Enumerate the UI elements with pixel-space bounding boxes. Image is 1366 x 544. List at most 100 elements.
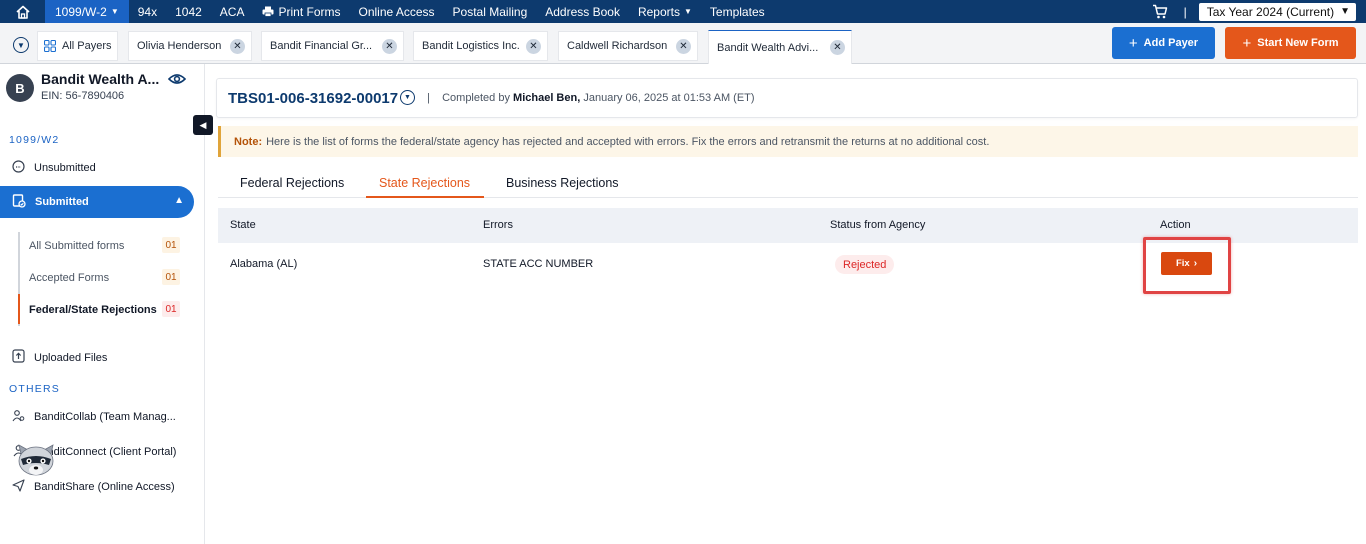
column-header-errors: Errors bbox=[483, 219, 513, 231]
tab-state-rejections[interactable]: State Rejections bbox=[379, 176, 470, 190]
nav-online-access-label: Online Access bbox=[358, 4, 435, 19]
column-header-action: Action bbox=[1160, 219, 1191, 231]
chevron-down-circle-icon[interactable]: ▼ bbox=[13, 37, 29, 53]
collapse-sidebar-icon[interactable]: ◀ bbox=[193, 115, 213, 135]
completed-date: January 06, 2025 at 01:53 AM (ET) bbox=[583, 92, 755, 104]
add-payer-button[interactable]: + Add Payer bbox=[1112, 27, 1215, 59]
nav-1099-w2[interactable]: 1099/W-2 ▼ bbox=[45, 0, 129, 23]
close-icon[interactable]: ✕ bbox=[676, 39, 691, 54]
tab-business-rejections[interactable]: Business Rejections bbox=[506, 176, 619, 190]
nav-postal-mailing-label: Postal Mailing bbox=[452, 4, 528, 19]
close-icon[interactable]: ✕ bbox=[382, 39, 397, 54]
note-label: Note: bbox=[234, 135, 263, 148]
sidebar-item-banditshare[interactable]: BanditShare (Online Access) bbox=[12, 479, 175, 495]
clock-icon bbox=[12, 160, 28, 176]
close-icon[interactable]: ✕ bbox=[230, 39, 245, 54]
chevron-down-icon: ▼ bbox=[1340, 6, 1350, 17]
grid-icon bbox=[44, 40, 56, 52]
tab-all-payers-label: All Payers bbox=[62, 40, 112, 52]
top-navigation: 1099/W-2 ▼ 94x 1042 ACA Print Forms Onlin… bbox=[0, 0, 1366, 23]
payer-ein: EIN: 56-7890406 bbox=[41, 90, 125, 102]
tab-payer[interactable]: Bandit Logistics Inc. ✕ bbox=[413, 31, 548, 61]
count-badge: 01 bbox=[162, 269, 180, 285]
team-icon bbox=[12, 409, 28, 425]
close-icon[interactable]: ✕ bbox=[830, 40, 845, 55]
info-note: Note: Here is the list of forms the fede… bbox=[218, 126, 1358, 157]
nav-postal-mailing[interactable]: Postal Mailing bbox=[444, 0, 537, 23]
nav-separator: | bbox=[1183, 4, 1187, 19]
payer-name: Bandit Wealth A... bbox=[41, 71, 160, 87]
sidebar-item-label: Submitted bbox=[35, 196, 89, 208]
chevron-down-circle-icon[interactable]: ▼ bbox=[400, 90, 415, 105]
nav-94x-label: 94x bbox=[137, 4, 158, 19]
nav-online-access[interactable]: Online Access bbox=[350, 0, 444, 23]
avatar: B bbox=[6, 74, 34, 102]
completed-prefix: Completed by bbox=[442, 92, 510, 104]
submitted-doc-icon bbox=[12, 193, 28, 211]
tab-payer-active[interactable]: Bandit Wealth Advi... ✕ bbox=[708, 30, 852, 64]
nav-1099-w2-label: 1099/W-2 bbox=[55, 4, 107, 19]
nav-1042[interactable]: 1042 bbox=[166, 0, 211, 23]
start-new-form-label: Start New Form bbox=[1257, 37, 1339, 49]
tab-federal-rejections[interactable]: Federal Rejections bbox=[240, 176, 344, 190]
nav-94x[interactable]: 94x bbox=[129, 0, 166, 23]
nav-templates[interactable]: Templates bbox=[701, 0, 774, 23]
sub-item-all-submitted[interactable]: All Submitted forms bbox=[29, 240, 124, 252]
nav-print-forms[interactable]: Print Forms bbox=[253, 0, 349, 23]
cart-icon[interactable] bbox=[1150, 2, 1170, 22]
raccoon-mascot-icon[interactable] bbox=[15, 444, 57, 478]
main-content: TBS01-006-31692-00017 ▼ | Completed by M… bbox=[205, 64, 1366, 544]
nav-aca[interactable]: ACA bbox=[211, 0, 254, 23]
sub-tree-line bbox=[18, 232, 20, 326]
eye-icon[interactable] bbox=[167, 72, 187, 90]
sidebar-item-label: Uploaded Files bbox=[34, 351, 108, 364]
send-icon bbox=[12, 479, 28, 495]
close-icon[interactable]: ✕ bbox=[526, 39, 541, 54]
count-badge: 01 bbox=[162, 301, 180, 317]
chevron-down-icon: ▼ bbox=[684, 7, 692, 16]
chevron-down-icon: ▼ bbox=[110, 7, 119, 16]
tab-payer-label: Bandit Wealth Advi... bbox=[717, 41, 819, 54]
sidebar-item-unsubmitted[interactable]: Unsubmitted bbox=[12, 160, 96, 176]
status-badge: Rejected bbox=[835, 255, 895, 274]
tab-payer[interactable]: Olivia Henderson ✕ bbox=[128, 31, 252, 61]
sidebar-item-uploaded-files[interactable]: Uploaded Files bbox=[12, 349, 107, 366]
tab-payer-label: Olivia Henderson bbox=[137, 40, 222, 52]
nav-print-forms-label: Print Forms bbox=[278, 4, 341, 19]
chevron-up-icon: ▲ bbox=[174, 195, 184, 206]
sub-item-accepted-forms[interactable]: Accepted Forms bbox=[29, 272, 109, 284]
plus-icon: + bbox=[1242, 34, 1252, 52]
tab-payer-label: Caldwell Richardson bbox=[567, 40, 668, 52]
rejection-tabs: Federal Rejections State Rejections Busi… bbox=[218, 167, 1358, 198]
upload-file-icon bbox=[12, 349, 28, 366]
tab-payer[interactable]: Bandit Financial Gr... ✕ bbox=[261, 31, 404, 61]
nav-reports-label: Reports bbox=[637, 4, 680, 19]
column-header-state: State bbox=[230, 219, 256, 231]
cell-errors: STATE ACC NUMBER bbox=[483, 258, 594, 270]
nav-aca-label: ACA bbox=[219, 4, 245, 19]
sidebar-item-label: BanditShare (Online Access) bbox=[34, 481, 175, 493]
start-new-form-button[interactable]: + Start New Form bbox=[1225, 27, 1356, 59]
column-header-status: Status from Agency bbox=[830, 219, 926, 231]
nav-templates-label: Templates bbox=[709, 4, 765, 19]
sidebar-item-label: Unsubmitted bbox=[34, 162, 96, 174]
tab-all-payers[interactable]: All Payers bbox=[37, 31, 118, 61]
nav-address-book[interactable]: Address Book bbox=[536, 0, 629, 23]
tab-payer-label: Bandit Logistics Inc. bbox=[422, 40, 520, 52]
sidebar-item-banditcollab[interactable]: BanditCollab (Team Manag... bbox=[12, 409, 176, 425]
count-badge: 01 bbox=[162, 237, 180, 253]
fix-button[interactable]: Fix › bbox=[1161, 252, 1212, 275]
sidebar: B Bandit Wealth A... EIN: 56-7890406 ◀ 1… bbox=[0, 64, 213, 544]
tab-payer[interactable]: Caldwell Richardson ✕ bbox=[558, 31, 698, 61]
plus-icon: + bbox=[1128, 34, 1138, 52]
tax-year-select[interactable]: Tax Year 2024 (Current) ▼ bbox=[1198, 2, 1356, 21]
sub-item-federal-state-rejections[interactable]: Federal/State Rejections bbox=[29, 304, 157, 316]
completed-by: Michael Ben, bbox=[513, 92, 581, 104]
section-title-1099: 1099/W2 bbox=[9, 134, 60, 146]
form-id: TBS01-006-31692-00017 bbox=[228, 90, 399, 107]
sidebar-item-submitted[interactable]: Submitted ▲ bbox=[0, 186, 194, 218]
sidebar-item-label: BanditCollab (Team Manag... bbox=[34, 411, 176, 423]
home-icon[interactable] bbox=[0, 0, 45, 23]
nav-reports[interactable]: Reports ▼ bbox=[629, 0, 701, 23]
chevron-right-icon: › bbox=[1193, 258, 1198, 269]
